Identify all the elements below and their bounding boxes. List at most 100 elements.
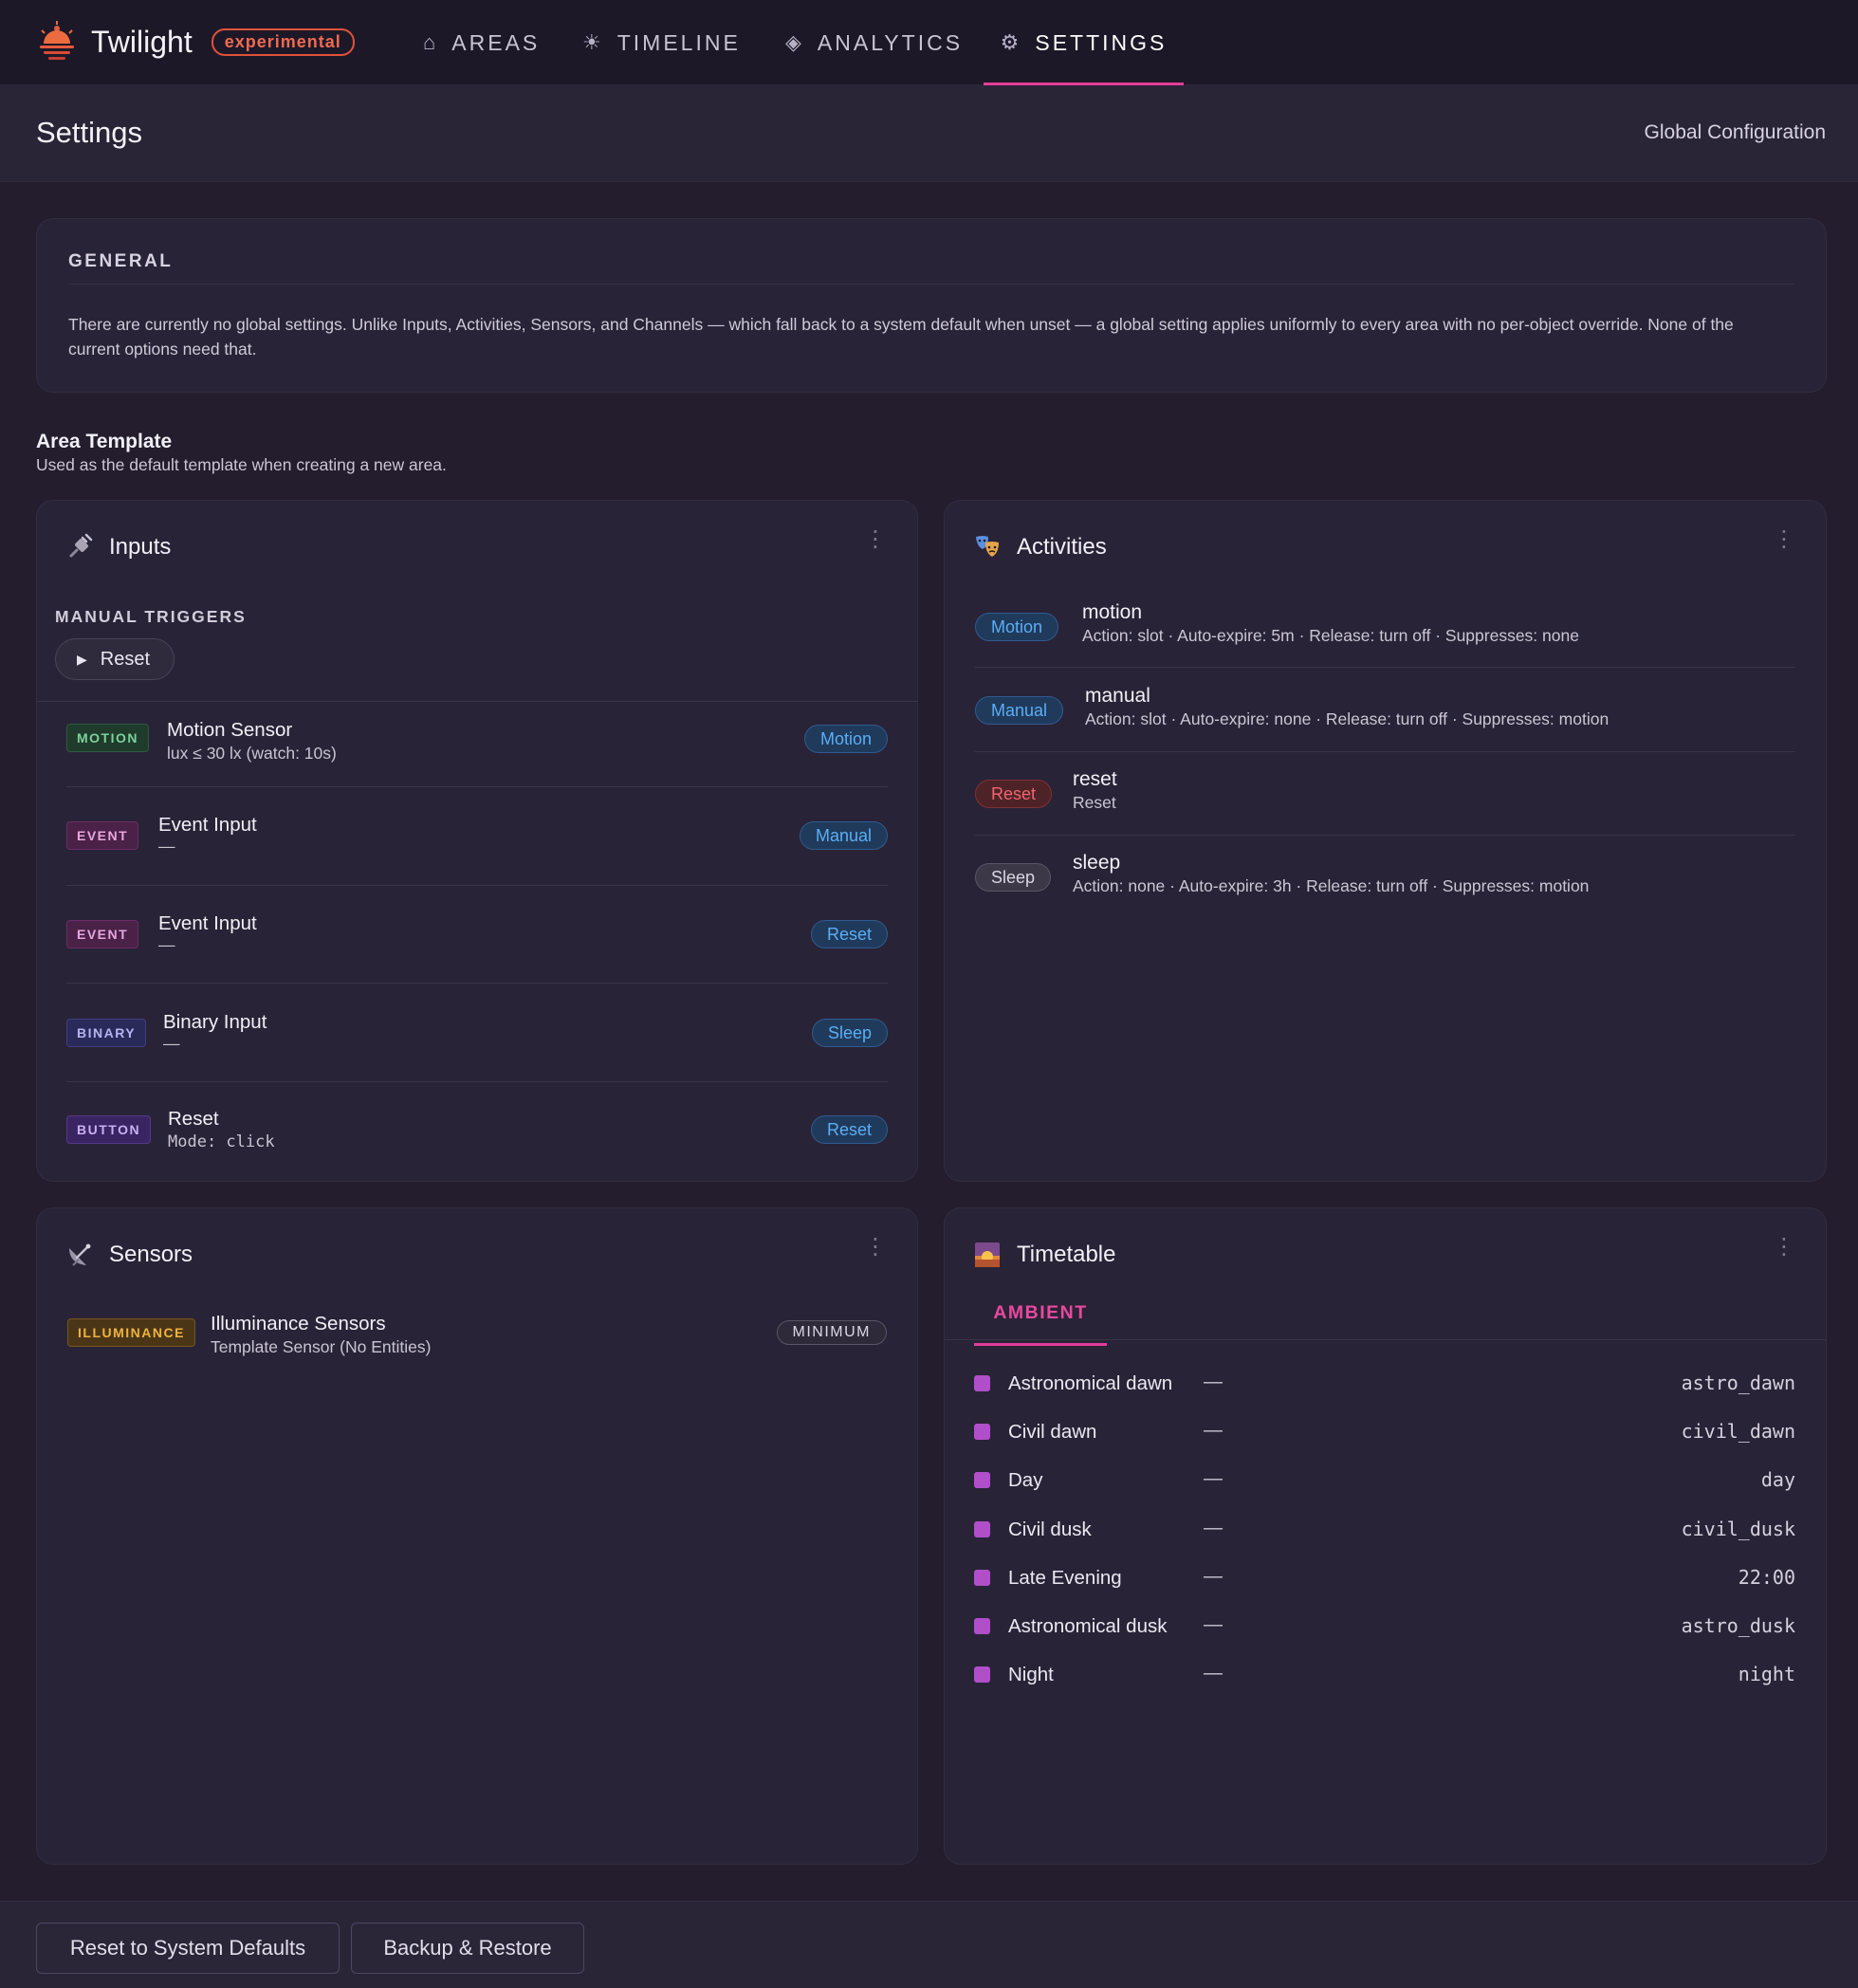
input-name: Binary Input — [163, 1011, 267, 1033]
list-item[interactable]: Night — night — [974, 1661, 1795, 1689]
play-icon: ▶ — [77, 651, 87, 667]
phase-value: astro_dusk — [1681, 1614, 1795, 1637]
list-item[interactable]: Civil dusk — civil_dusk — [974, 1516, 1795, 1544]
input-name: Event Input — [158, 912, 257, 934]
activity-pill-reset[interactable]: Reset — [810, 920, 888, 948]
activity-name: reset — [1073, 768, 1117, 790]
input-desc: — — [158, 837, 175, 856]
type-badge-binary: BINARY — [66, 1019, 147, 1047]
phase-dash: — — [1204, 1566, 1223, 1587]
type-badge-motion: MOTION — [66, 724, 149, 752]
phase-value: night — [1738, 1663, 1795, 1685]
type-badge-event: EVENT — [66, 821, 139, 850]
type-badge-event: EVENT — [66, 920, 139, 948]
activity-desc: Action: slot · Auto-expire: 5m · Release… — [1082, 626, 1579, 645]
sunrise-icon — [975, 1242, 1000, 1267]
more-options-icon[interactable]: ⋮ — [864, 1236, 887, 1259]
activity-pill-sleep[interactable]: Sleep — [811, 1019, 888, 1047]
table-row[interactable]: MOTION Motion Sensor lux ≤ 30 lx (watch:… — [66, 719, 888, 766]
table-row[interactable]: ILLUMINANCE Illuminance Sensors Template… — [67, 1313, 887, 1360]
phase-name: Late Evening — [1008, 1567, 1122, 1589]
phase-swatch — [974, 1424, 990, 1440]
input-desc: — — [158, 935, 175, 954]
phase-dash: — — [1204, 1518, 1223, 1538]
table-row[interactable]: BINARY Binary Input — Sleep — [66, 1011, 888, 1058]
phase-value: day — [1760, 1468, 1795, 1491]
aggregation-pill[interactable]: MINIMUM — [776, 1320, 887, 1345]
phase-swatch — [974, 1521, 990, 1537]
sensors-title: Sensors — [109, 1242, 193, 1267]
table-row[interactable]: EVENT Event Input — Manual — [66, 814, 888, 861]
phase-value: civil_dawn — [1681, 1420, 1795, 1443]
area-template-subtitle: Used as the default template when creati… — [36, 455, 447, 474]
tab-label: ANALYTICS — [817, 29, 964, 55]
type-badge-illuminance: ILLUMINANCE — [67, 1318, 195, 1347]
divider — [945, 1339, 1826, 1340]
tab-label: AMBIENT — [993, 1302, 1088, 1323]
phase-swatch — [974, 1472, 990, 1488]
phase-name: Day — [1008, 1469, 1043, 1491]
phase-dash: — — [1204, 1371, 1223, 1392]
list-item[interactable]: Late Evening — 22:00 — [974, 1564, 1795, 1592]
list-item[interactable]: Day — day — [974, 1466, 1795, 1495]
divider — [975, 667, 1795, 668]
phase-value: civil_dusk — [1681, 1518, 1795, 1540]
input-desc: lux ≤ 30 lx (watch: 10s) — [167, 744, 337, 763]
phase-dash: — — [1204, 1663, 1223, 1684]
tab-settings[interactable]: ⚙ SETTINGS — [984, 0, 1184, 85]
general-text: There are currently no global settings. … — [68, 315, 1734, 359]
activity-pill-reset[interactable]: Reset — [810, 1115, 888, 1144]
divider — [66, 1081, 888, 1082]
activities-title: Activities — [1017, 534, 1107, 560]
table-row[interactable]: EVENT Event Input — Reset — [66, 912, 888, 960]
activity-name: sleep — [1073, 852, 1121, 874]
divider — [975, 751, 1795, 752]
activity-pill-manual[interactable]: Manual — [799, 821, 888, 850]
activity-desc: Reset — [1073, 793, 1116, 812]
activity-pill-motion[interactable]: Motion — [803, 725, 888, 753]
brand[interactable]: Twilight experimental — [34, 19, 355, 64]
phase-name: Night — [1008, 1664, 1054, 1685]
activities-panel: Activities ⋮ Motion motion Action: slot … — [944, 500, 1827, 1182]
divider — [975, 835, 1795, 836]
area-template-title: Area Template — [36, 431, 173, 452]
more-options-icon[interactable]: ⋮ — [1773, 528, 1795, 551]
tab-areas[interactable]: ⌂ AREAS — [423, 0, 540, 85]
input-desc: Mode: click — [168, 1132, 275, 1151]
tab-timeline[interactable]: ☀ TIMELINE — [582, 0, 741, 85]
sensors-panel: Sensors ⋮ ILLUMINANCE Illuminance Sensor… — [36, 1207, 918, 1865]
backup-restore-button[interactable]: Backup & Restore — [351, 1923, 584, 1974]
activity-pill-sleep: Sleep — [975, 863, 1052, 892]
more-options-icon[interactable]: ⋮ — [1773, 1236, 1795, 1259]
activity-pill-reset: Reset — [975, 780, 1053, 808]
activities-header: Activities — [973, 533, 1107, 561]
list-item[interactable]: Civil dawn — civil_dawn — [974, 1418, 1795, 1446]
input-desc: — — [163, 1034, 180, 1053]
table-row[interactable]: BUTTON Reset Mode: click Reset — [66, 1108, 888, 1155]
divider — [37, 701, 917, 702]
reset-label: Reset — [100, 648, 151, 670]
tab-analytics[interactable]: ◈ ANALYTICS — [785, 0, 963, 85]
app-name: Twilight — [91, 24, 193, 59]
phase-name: Civil dawn — [1008, 1421, 1097, 1443]
tab-label: TIMELINE — [616, 29, 741, 55]
manual-reset-button[interactable]: ▶ Reset — [55, 638, 175, 680]
divider — [68, 284, 1794, 285]
more-options-icon[interactable]: ⋮ — [864, 528, 887, 551]
satellite-dish-icon — [69, 1243, 91, 1266]
activity-pill-motion: Motion — [975, 613, 1059, 641]
input-name: Event Input — [158, 814, 257, 836]
diamond-icon: ◈ — [785, 30, 804, 54]
type-badge-button: BUTTON — [66, 1115, 152, 1144]
reset-defaults-button[interactable]: Reset to System Defaults — [36, 1923, 340, 1974]
sensor-desc: Template Sensor (No Entities) — [211, 1337, 432, 1356]
home-icon: ⌂ — [423, 30, 439, 54]
tab-label: SETTINGS — [1035, 29, 1168, 55]
phase-value: 22:00 — [1738, 1566, 1795, 1589]
list-item[interactable]: Astronomical dawn — astro_dawn — [974, 1370, 1795, 1398]
phase-swatch — [974, 1375, 990, 1391]
list-item[interactable]: Astronomical dusk — astro_dusk — [974, 1612, 1795, 1641]
sensor-name: Illuminance Sensors — [211, 1313, 386, 1335]
timetable-title: Timetable — [1017, 1242, 1116, 1267]
manual-triggers-label: MANUAL TRIGGERS — [55, 607, 247, 626]
